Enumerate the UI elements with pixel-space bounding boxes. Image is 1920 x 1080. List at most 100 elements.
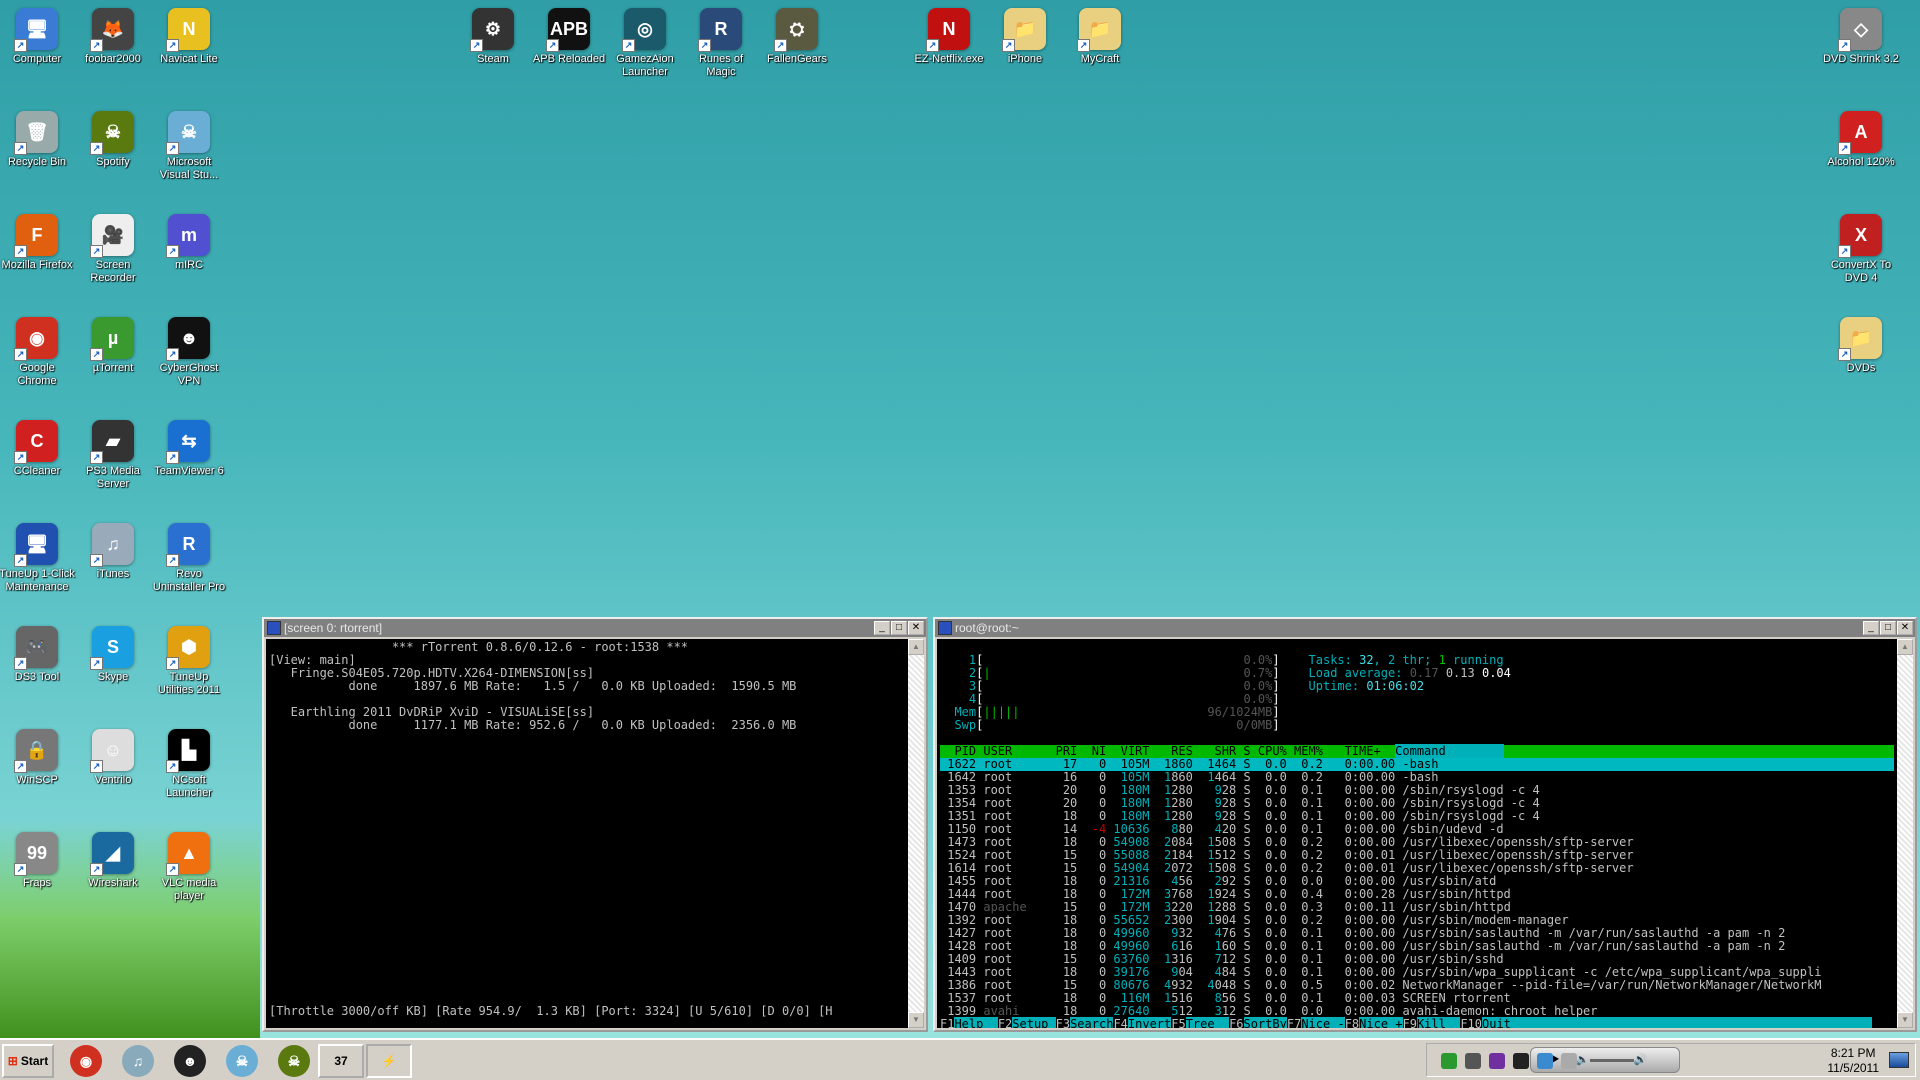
desktop-icon-torrent[interactable]: µ ↗ µTorrent (75, 313, 151, 375)
desktop-icon-wireshark[interactable]: ◢ ↗ Wireshark (75, 828, 151, 890)
process-row[interactable]: 1399 avahi 18 0 27640 512 312 S 0.0 0.0 … (940, 1004, 1597, 1018)
desktop-icon-skype[interactable]: S ↗ Skype (75, 622, 151, 684)
desktop-icon-ccleaner[interactable]: C ↗ CCleaner (0, 416, 75, 478)
desktop-icon-gamezaion-launcher[interactable]: ◎ ↗ GamezAion Launcher (607, 4, 683, 79)
desktop-icon-convertx-to-dvd-4[interactable]: X ↗ ConvertX To DVD 4 (1823, 210, 1899, 285)
desktop-icon-microsoft-visual-stu[interactable]: ☠ ↗ Microsoft Visual Stu... (151, 107, 227, 182)
desktop-icon-tuneup-1-click-maintenance[interactable]: 🖥 ↗ TuneUp 1-Click Maintenance (0, 519, 75, 594)
clock[interactable]: 8:21 PM 11/5/2011 (1827, 1046, 1879, 1076)
desktop-icon-steam[interactable]: ⚙ ↗ Steam (455, 4, 531, 66)
maximize-button[interactable]: □ (891, 621, 907, 635)
maximize-button[interactable]: □ (1880, 621, 1896, 635)
close-button[interactable]: ✕ (1897, 621, 1913, 635)
show-desktop-icon[interactable] (1889, 1052, 1909, 1068)
desktop-icon-iphone[interactable]: 📁 ↗ iPhone (987, 4, 1063, 66)
desktop-icon-spotify[interactable]: ☠ ↗ Spotify (75, 107, 151, 169)
process-row[interactable]: 1473 root 18 0 54908 2084 1508 S 0.0 0.2… (940, 835, 1633, 849)
process-row[interactable]: 1428 root 18 0 49960 616 160 S 0.0 0.1 0… (940, 939, 1785, 953)
desktop-icon-vlc-media-player[interactable]: ▲ ↗ VLC media player (151, 828, 227, 903)
process-row[interactable]: 1444 root 18 0 172M 3768 1924 S 0.0 0.4 … (940, 887, 1511, 901)
desktop-icon-mozilla-firefox[interactable]: F ↗ Mozilla Firefox (0, 210, 75, 272)
desktop-icon-recycle-bin[interactable]: 🗑 ↗ Recycle Bin (0, 107, 75, 169)
process-row[interactable]: 1386 root 15 0 80676 4932 4048 S 0.0 0.5… (940, 978, 1821, 992)
desktop-icon-apb-reloaded[interactable]: APB ↗ APB Reloaded (531, 4, 607, 66)
fkey-f5[interactable]: F5 (1171, 1017, 1185, 1029)
minimize-button[interactable]: _ (874, 621, 890, 635)
scroll-up-button[interactable]: ▲ (908, 639, 924, 655)
desktop-icon-ds3-tool[interactable]: 🎮 ↗ DS3 Tool (0, 622, 75, 684)
desktop-icon-revo-uninstaller-pro[interactable]: R ↗ Revo Uninstaller Pro (151, 519, 227, 594)
scrollbar[interactable]: ▲ ▼ (908, 639, 924, 1028)
desktop-icon-dvd-shrink-3-2[interactable]: ◇ ↗ DVD Shrink 3.2 (1823, 4, 1899, 66)
scroll-up-button[interactable]: ▲ (1897, 639, 1913, 655)
fkey-label[interactable]: Nice + (1359, 1017, 1403, 1028)
start-button[interactable]: ⊞ Start (2, 1044, 54, 1078)
fkey-label[interactable]: Nice - (1301, 1017, 1345, 1028)
process-row[interactable]: 1150 root 14 -4 10636 880 420 S 0.0 0.1 … (940, 822, 1503, 836)
htop-titlebar[interactable]: root@root:~ _ □ ✕ (935, 619, 1915, 637)
taskbar-window-37-app[interactable]: 37 (318, 1044, 364, 1078)
tray-messenger-icon[interactable] (1537, 1053, 1553, 1069)
rtorrent-terminal[interactable]: *** rTorrent 0.8.6/0.12.6 - root:1538 **… (266, 639, 908, 1028)
fkey-f3[interactable]: F3 (1056, 1017, 1070, 1029)
itunes-icon[interactable]: ♫ (122, 1045, 154, 1077)
minimize-button[interactable]: _ (1863, 621, 1879, 635)
desktop-icon-screen-recorder[interactable]: 🎥 ↗ Screen Recorder (75, 210, 151, 285)
desktop-icon-dvds[interactable]: 📁 ↗ DVDs (1823, 313, 1899, 375)
fkey-label[interactable]: Kill (1416, 1017, 1461, 1028)
torrent-item[interactable]: Earthling 2011 DvDRiP XviD - VISUALiSE[s… (269, 705, 797, 732)
fkey-f2[interactable]: F2 (998, 1017, 1012, 1029)
chrome-icon[interactable]: ◉ (70, 1045, 102, 1077)
process-row[interactable]: 1537 root 18 0 116M 1516 856 S 0.0 0.1 0… (940, 991, 1511, 1005)
tray-winscp-icon[interactable] (1465, 1053, 1481, 1069)
fkey-label[interactable]: Invert (1127, 1017, 1172, 1028)
fkey-f7[interactable]: F7 (1287, 1017, 1301, 1029)
desktop-icon-ventrilo[interactable]: ☺ ↗ Ventrilo (75, 725, 151, 787)
torrent-item[interactable]: Fringe.S04E05.720p.HDTV.X264-DIMENSION[s… (269, 666, 797, 693)
process-row[interactable]: 1455 root 18 0 21316 456 292 S 0.0 0.0 0… (940, 874, 1496, 888)
close-button[interactable]: ✕ (908, 621, 924, 635)
fkey-f9[interactable]: F9 (1403, 1017, 1417, 1029)
process-row[interactable]: 1642 root 16 0 105M 1860 1464 S 0.0 0.2 … (940, 770, 1438, 784)
process-row[interactable]: 1614 root 15 0 54904 2072 1508 S 0.0 0.2… (940, 861, 1633, 875)
fkey-f4[interactable]: F4 (1113, 1017, 1127, 1029)
desktop-icon-itunes[interactable]: ♫ ↗ iTunes (75, 519, 151, 581)
desktop-icon-mirc[interactable]: m ↗ mIRC (151, 210, 227, 272)
desktop-icon-ez-netflix-exe[interactable]: N ↗ EZ-Netflix.exe (911, 4, 987, 66)
htop-terminal[interactable]: 1[ 0.0%] Tasks: 32, 2 thr; 1 running 2[|… (937, 639, 1897, 1028)
desktop-icon-fallengears[interactable]: ⛭ ↗ FallenGears (759, 4, 835, 66)
process-row[interactable]: 1443 root 18 0 39176 904 484 S 0.0 0.1 0… (940, 965, 1821, 979)
fkey-label[interactable]: Quit (1482, 1017, 1511, 1028)
scrollbar[interactable]: ▲ ▼ (1897, 639, 1913, 1028)
desktop-icon-ncsoft-launcher[interactable]: ▙ ↗ NCsoft Launcher (151, 725, 227, 800)
process-row[interactable]: 1427 root 18 0 49960 932 476 S 0.0 0.1 0… (940, 926, 1785, 940)
scroll-down-button[interactable]: ▼ (1897, 1012, 1913, 1028)
desktop-icon-winscp[interactable]: 🔒 ↗ WinSCP (0, 725, 75, 787)
desktop-icon-ps3-media-server[interactable]: ▰ ↗ PS3 Media Server (75, 416, 151, 491)
tray-steam-icon[interactable] (1513, 1053, 1529, 1069)
process-row[interactable]: 1351 root 18 0 180M 1280 928 S 0.0 0.1 0… (940, 809, 1539, 823)
fkey-f8[interactable]: F8 (1345, 1017, 1359, 1029)
tray-signal-icon[interactable] (1561, 1053, 1577, 1069)
desktop-icon-runes-of-magic[interactable]: R ↗ Runes of Magic (683, 4, 759, 79)
process-row[interactable]: 1353 root 20 0 180M 1280 928 S 0.0 0.1 0… (940, 783, 1539, 797)
process-row[interactable]: 1354 root 20 0 180M 1280 928 S 0.0 0.1 0… (940, 796, 1539, 810)
desktop-icon-foobar2000[interactable]: 🦊 ↗ foobar2000 (75, 4, 151, 66)
desktop-icon-alcohol-120[interactable]: A ↗ Alcohol 120% (1823, 107, 1899, 169)
tray-utorrent-icon[interactable] (1441, 1053, 1457, 1069)
spotify-icon[interactable]: ☠ (278, 1045, 310, 1077)
fkey-label[interactable]: SortBy (1243, 1017, 1287, 1028)
rtorrent-titlebar[interactable]: [screen 0: rtorrent] _ □ ✕ (264, 619, 926, 637)
fkey-f10[interactable]: F10 (1460, 1017, 1482, 1029)
desktop-icon-navicat-lite[interactable]: N ↗ Navicat Lite (151, 4, 227, 66)
tray-mirc-icon[interactable] (1489, 1053, 1505, 1069)
fkey-label[interactable]: Setup (1012, 1017, 1056, 1028)
desktop-icon-tuneup-utilities-2011[interactable]: ⬢ ↗ TuneUp Utilities 2011 (151, 622, 227, 697)
fkey-label[interactable]: Help (954, 1017, 998, 1028)
fkey-f6[interactable]: F6 (1229, 1017, 1243, 1029)
fkey-label[interactable]: Search (1070, 1017, 1114, 1028)
desktop-icon-google-chrome[interactable]: ◉ ↗ Google Chrome (0, 313, 75, 388)
process-row[interactable]: 1524 root 15 0 55088 2184 1512 S 0.0 0.2… (940, 848, 1633, 862)
process-row[interactable]: 1392 root 18 0 55652 2300 1904 S 0.0 0.2… (940, 913, 1568, 927)
process-row[interactable]: 1409 root 15 0 63760 1316 712 S 0.0 0.1 … (940, 952, 1503, 966)
